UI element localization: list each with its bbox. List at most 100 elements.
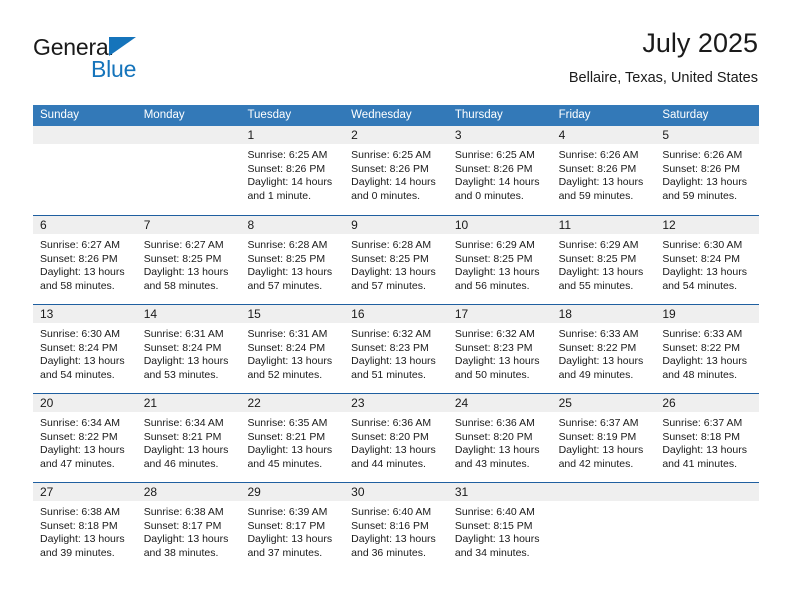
day-cell[interactable]: 9 Sunrise: 6:28 AM Sunset: 8:25 PM Daylight… [344, 216, 448, 304]
sunrise-text: Sunrise: 6:30 AM [662, 239, 743, 251]
sunset-text: Sunset: 8:22 PM [558, 341, 637, 354]
daylight-text-line2: and 57 minutes. [351, 279, 426, 292]
day-detail: Sunrise: 6:38 AM Sunset: 8:17 PM Daylight:… [137, 501, 241, 560]
day-cell[interactable]: 25 Sunrise: 6:37 AM Sunset: 8:19 PM Dayligh… [551, 394, 656, 482]
day-number: 24 [454, 396, 469, 410]
day-detail: Sunrise: 6:36 AM Sunset: 8:20 PM Daylight:… [344, 412, 448, 471]
day-detail: Sunrise: 6:30 AM Sunset: 8:24 PM Daylight:… [33, 323, 137, 382]
day-cell[interactable]: 30 Sunrise: 6:40 AM Sunset: 8:16 PM Dayligh… [344, 483, 448, 571]
day-cell[interactable]: 7 Sunrise: 6:27 AM Sunset: 8:25 PM Daylight… [136, 216, 241, 304]
day-detail: Sunrise: 6:31 AM Sunset: 8:24 PM Daylight:… [137, 323, 241, 382]
day-number: 13 [40, 307, 54, 321]
day-cell[interactable]: 8 Sunrise: 6:28 AM Sunset: 8:25 PM Daylight… [240, 216, 345, 304]
daylight-text-line2: and 59 minutes. [662, 189, 738, 202]
day-cell[interactable]: 22 Sunrise: 6:35 AM Sunset: 8:21 PM Dayligh… [240, 394, 345, 482]
day-number-band: 24 [447, 394, 552, 412]
sunrise-text: Sunrise: 6:28 AM [351, 239, 432, 251]
sunrise-text: Sunrise: 6:38 AM [143, 506, 224, 518]
day-number: 28 [143, 485, 158, 499]
day-cell[interactable]: 20 Sunrise: 6:34 AM Sunset: 8:22 PM Dayligh… [33, 394, 137, 482]
day-cell[interactable]: 1 Sunrise: 6:25 AM Sunset: 8:26 PM Daylight… [240, 126, 345, 215]
calendar-week-row: 20 Sunrise: 6:34 AM Sunset: 8:22 PM Dayligh… [33, 393, 760, 482]
day-cell[interactable]: 15 Sunrise: 6:31 AM Sunset: 8:24 PM Dayligh… [240, 305, 345, 393]
sunset-text: Sunset: 8:24 PM [662, 252, 740, 265]
daylight-text-line1: Daylight: 13 hours [40, 444, 125, 457]
day-cell[interactable]: 18 Sunrise: 6:33 AM Sunset: 8:22 PM Dayligh… [551, 305, 656, 393]
sunrise-text: Sunrise: 6:32 AM [351, 328, 432, 340]
day-cell[interactable]: 4 Sunrise: 6:26 AM Sunset: 8:26 PM Daylight… [551, 126, 656, 215]
day-number-band: 23 [344, 394, 448, 412]
day-number-band: 26 [655, 394, 760, 412]
daylight-text-line2: and 49 minutes. [558, 368, 634, 381]
day-cell[interactable]: 23 Sunrise: 6:36 AM Sunset: 8:20 PM Dayligh… [344, 394, 448, 482]
sunset-text: Sunset: 8:22 PM [662, 341, 740, 354]
day-detail: Sunrise: 6:37 AM Sunset: 8:19 PM Daylight:… [552, 412, 656, 471]
sunrise-text: Sunrise: 6:34 AM [40, 417, 120, 429]
day-cell[interactable]: 12 Sunrise: 6:30 AM Sunset: 8:24 PM Dayligh… [655, 216, 760, 304]
sunset-text: Sunset: 8:24 PM [40, 341, 118, 354]
daylight-text-line1: Daylight: 13 hours [662, 266, 747, 279]
calendar-week-row: 1 Sunrise: 6:25 AM Sunset: 8:26 PM Daylight… [33, 126, 760, 215]
day-cell[interactable]: 17 Sunrise: 6:32 AM Sunset: 8:23 PM Dayligh… [447, 305, 552, 393]
day-cell[interactable]: 27 Sunrise: 6:38 AM Sunset: 8:18 PM Dayligh… [33, 483, 137, 571]
day-detail: Sunrise: 6:25 AM Sunset: 8:26 PM Daylight:… [240, 144, 344, 203]
sunset-text: Sunset: 8:18 PM [662, 430, 740, 443]
day-cell[interactable]: 16 Sunrise: 6:32 AM Sunset: 8:23 PM Dayligh… [344, 305, 448, 393]
day-cell-empty [551, 483, 656, 571]
day-number: 17 [454, 307, 469, 321]
day-detail: Sunrise: 6:38 AM Sunset: 8:18 PM Daylight:… [33, 501, 137, 560]
sunset-text: Sunset: 8:17 PM [247, 519, 326, 532]
day-number: 20 [40, 396, 54, 410]
sunrise-text: Sunrise: 6:38 AM [40, 506, 120, 518]
day-detail [137, 144, 241, 149]
daylight-text-line1: Daylight: 13 hours [143, 533, 229, 546]
day-number-band: 14 [136, 305, 241, 323]
day-number: 26 [662, 396, 676, 410]
day-cell[interactable]: 14 Sunrise: 6:31 AM Sunset: 8:24 PM Dayligh… [136, 305, 241, 393]
sunrise-text: Sunrise: 6:31 AM [143, 328, 224, 340]
day-cell[interactable]: 26 Sunrise: 6:37 AM Sunset: 8:18 PM Dayligh… [655, 394, 760, 482]
day-cell[interactable]: 13 Sunrise: 6:30 AM Sunset: 8:24 PM Dayligh… [33, 305, 137, 393]
weekday-header-saturday: Saturday [662, 109, 709, 121]
day-cell[interactable]: 3 Sunrise: 6:25 AM Sunset: 8:26 PM Daylight… [447, 126, 552, 215]
sunrise-text: Sunrise: 6:36 AM [454, 417, 535, 429]
day-cell[interactable]: 11 Sunrise: 6:29 AM Sunset: 8:25 PM Dayligh… [551, 216, 656, 304]
day-cell[interactable]: 29 Sunrise: 6:39 AM Sunset: 8:17 PM Dayligh… [240, 483, 345, 571]
daylight-text-line1: Daylight: 13 hours [40, 355, 125, 368]
day-number-band [136, 126, 241, 144]
sunrise-text: Sunrise: 6:29 AM [454, 239, 535, 251]
sunrise-text: Sunrise: 6:33 AM [662, 328, 743, 340]
day-number-band: 27 [33, 483, 137, 501]
day-cell[interactable]: 19 Sunrise: 6:33 AM Sunset: 8:22 PM Dayligh… [655, 305, 760, 393]
day-number-band [655, 483, 760, 501]
daylight-text-line2: and 42 minutes. [558, 457, 634, 470]
day-detail: Sunrise: 6:25 AM Sunset: 8:26 PM Daylight:… [448, 144, 552, 203]
day-number: 10 [454, 218, 469, 232]
day-detail: Sunrise: 6:39 AM Sunset: 8:17 PM Daylight:… [240, 501, 344, 560]
daylight-text-line1: Daylight: 13 hours [454, 355, 540, 368]
weekday-header-friday: Friday [558, 109, 591, 121]
day-number: 29 [247, 485, 261, 499]
day-number-band: 25 [551, 394, 656, 412]
sunrise-text: Sunrise: 6:36 AM [351, 417, 432, 429]
sunrise-text: Sunrise: 6:25 AM [351, 149, 432, 161]
day-cell[interactable]: 10 Sunrise: 6:29 AM Sunset: 8:25 PM Dayligh… [447, 216, 552, 304]
day-number-band [551, 483, 656, 501]
day-cell[interactable]: 28 Sunrise: 6:38 AM Sunset: 8:17 PM Dayligh… [136, 483, 241, 571]
day-number: 5 [662, 128, 669, 142]
day-cell[interactable]: 5 Sunrise: 6:26 AM Sunset: 8:26 PM Daylight… [655, 126, 760, 215]
brand-logo[interactable]: General Blue [33, 34, 213, 90]
day-number: 2 [351, 128, 358, 142]
daylight-text-line1: Daylight: 13 hours [351, 533, 436, 546]
day-number: 15 [247, 307, 261, 321]
daylight-text-line1: Daylight: 13 hours [143, 355, 229, 368]
day-cell[interactable]: 2 Sunrise: 6:25 AM Sunset: 8:26 PM Daylight… [344, 126, 448, 215]
day-number-band: 3 [447, 126, 552, 144]
day-cell[interactable]: 21 Sunrise: 6:34 AM Sunset: 8:21 PM Dayligh… [136, 394, 241, 482]
day-cell[interactable]: 6 Sunrise: 6:27 AM Sunset: 8:26 PM Daylight… [33, 216, 137, 304]
daylight-text-line1: Daylight: 13 hours [40, 266, 125, 279]
day-cell[interactable]: 24 Sunrise: 6:36 AM Sunset: 8:20 PM Dayligh… [447, 394, 552, 482]
daylight-text-line1: Daylight: 13 hours [247, 533, 333, 546]
day-cell[interactable]: 31 Sunrise: 6:40 AM Sunset: 8:15 PM Dayligh… [447, 483, 552, 571]
sunset-text: Sunset: 8:26 PM [558, 162, 637, 175]
